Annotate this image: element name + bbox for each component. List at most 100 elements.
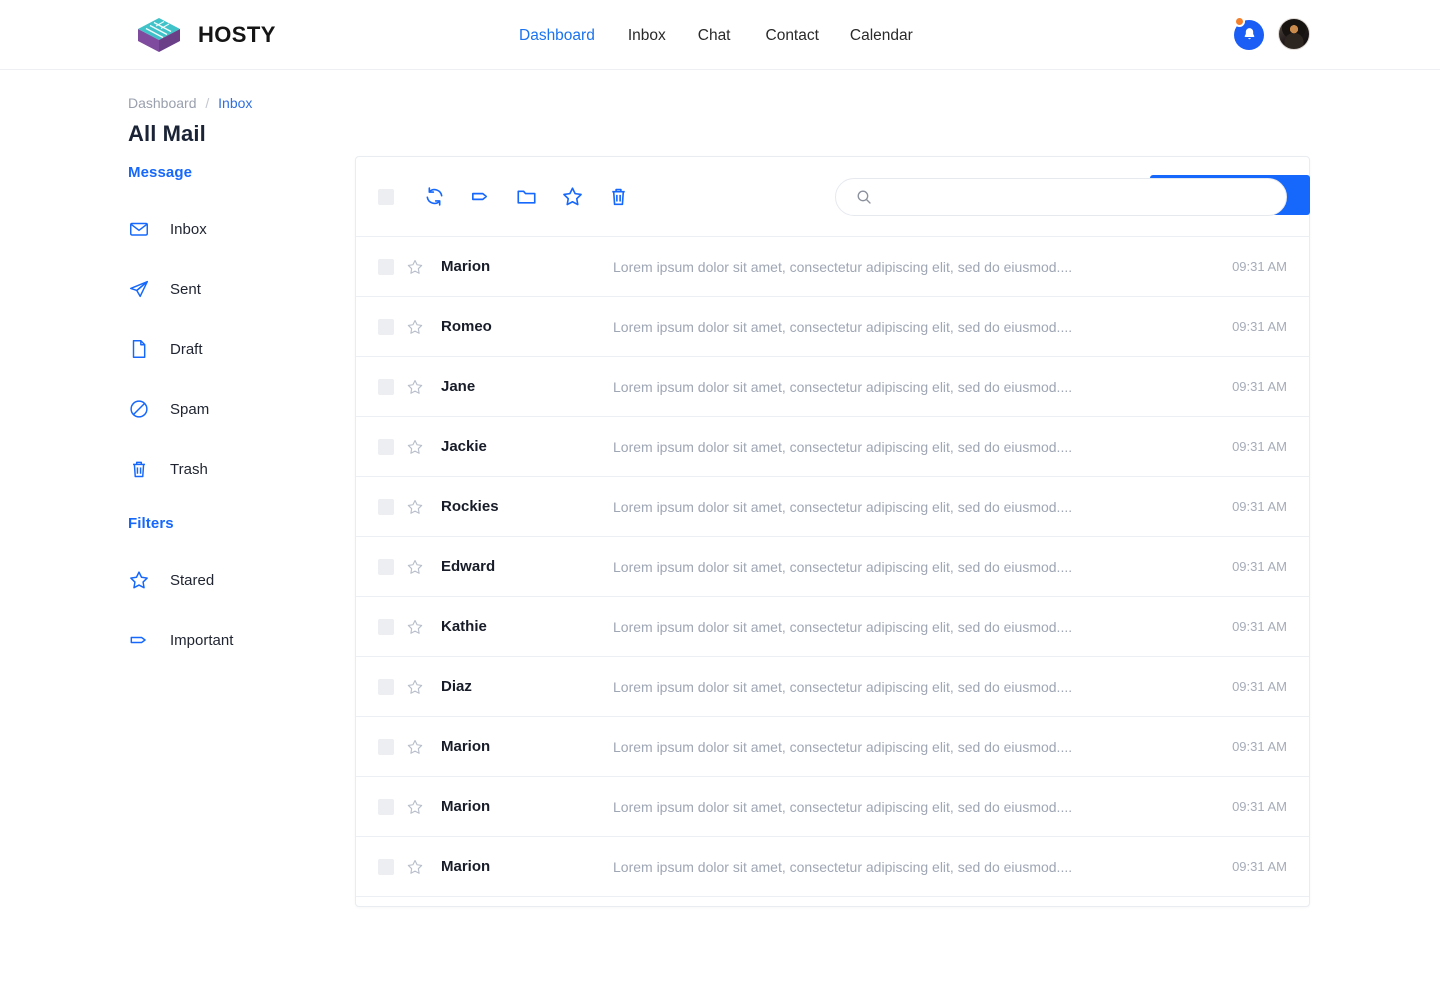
delete-button[interactable] xyxy=(606,185,630,209)
folder-icon xyxy=(515,185,538,208)
nav-chat[interactable]: Chat xyxy=(698,27,766,45)
row-time: 09:31 AM xyxy=(1209,799,1287,814)
page-content: Message Inbox Sent Draft xyxy=(0,156,1440,907)
sidebar: Message Inbox Sent Draft xyxy=(128,156,330,907)
sidebar-heading-message: Message xyxy=(128,164,330,181)
ban-icon xyxy=(128,398,150,420)
star-icon[interactable] xyxy=(406,738,424,756)
nav-inbox[interactable]: Inbox xyxy=(628,27,698,45)
user-avatar[interactable] xyxy=(1278,18,1310,50)
tag-icon xyxy=(469,185,492,208)
star-button[interactable] xyxy=(560,185,584,209)
star-icon[interactable] xyxy=(406,258,424,276)
row-sender: Jackie xyxy=(441,438,613,455)
sidebar-item-spam[interactable]: Spam xyxy=(128,395,330,423)
sidebar-item-draft[interactable]: Draft xyxy=(128,335,330,363)
row-sender: Marion xyxy=(441,858,613,875)
document-icon xyxy=(128,338,150,360)
star-icon xyxy=(561,185,584,208)
table-row[interactable]: Kathie Lorem ipsum dolor sit amet, conse… xyxy=(356,597,1309,657)
row-checkbox[interactable] xyxy=(378,739,394,755)
brand-name: HOSTY xyxy=(198,22,276,48)
sidebar-item-inbox[interactable]: Inbox xyxy=(128,215,330,243)
star-icon[interactable] xyxy=(406,558,424,576)
row-time: 09:31 AM xyxy=(1209,859,1287,874)
row-checkbox[interactable] xyxy=(378,379,394,395)
toolbar-actions xyxy=(422,185,630,209)
search-input[interactable] xyxy=(835,178,1287,216)
sidebar-heading-filters: Filters xyxy=(128,515,330,532)
sidebar-item-important[interactable]: Important xyxy=(128,626,330,654)
table-row[interactable]: Diaz Lorem ipsum dolor sit amet, consect… xyxy=(356,657,1309,717)
sidebar-label-spam: Spam xyxy=(170,401,209,418)
star-icon xyxy=(128,569,150,591)
sidebar-label-inbox: Inbox xyxy=(170,221,207,238)
row-checkbox[interactable] xyxy=(378,439,394,455)
row-preview: Lorem ipsum dolor sit amet, consectetur … xyxy=(613,739,1209,755)
nav-contact[interactable]: Contact xyxy=(766,27,850,45)
table-row[interactable]: Marion Lorem ipsum dolor sit amet, conse… xyxy=(356,237,1309,297)
row-checkbox[interactable] xyxy=(378,799,394,815)
nav-calendar[interactable]: Calendar xyxy=(850,27,939,45)
table-row[interactable]: Marion Lorem ipsum dolor sit amet, conse… xyxy=(356,777,1309,837)
star-icon[interactable] xyxy=(406,318,424,336)
row-sender: Marion xyxy=(441,258,613,275)
star-icon[interactable] xyxy=(406,438,424,456)
trash-icon xyxy=(128,458,150,480)
label-button[interactable] xyxy=(468,185,492,209)
sidebar-label-important: Important xyxy=(170,632,233,649)
notifications-button[interactable] xyxy=(1234,16,1268,50)
sidebar-label-trash: Trash xyxy=(170,461,208,478)
sidebar-item-trash[interactable]: Trash xyxy=(128,455,330,483)
breadcrumb-inbox[interactable]: Inbox xyxy=(218,95,252,111)
row-time: 09:31 AM xyxy=(1209,559,1287,574)
row-preview: Lorem ipsum dolor sit amet, consectetur … xyxy=(613,379,1209,395)
row-preview: Lorem ipsum dolor sit amet, consectetur … xyxy=(613,559,1209,575)
row-sender: Edward xyxy=(441,558,613,575)
sidebar-item-stared[interactable]: Stared xyxy=(128,566,330,594)
row-preview: Lorem ipsum dolor sit amet, consectetur … xyxy=(613,499,1209,515)
table-row[interactable]: Jackie Lorem ipsum dolor sit amet, conse… xyxy=(356,417,1309,477)
mail-toolbar xyxy=(356,157,1309,237)
star-icon[interactable] xyxy=(406,798,424,816)
row-checkbox[interactable] xyxy=(378,679,394,695)
row-preview: Lorem ipsum dolor sit amet, consectetur … xyxy=(613,799,1209,815)
breadcrumb-dashboard[interactable]: Dashboard xyxy=(128,95,197,111)
nav-dashboard[interactable]: Dashboard xyxy=(519,27,628,45)
table-row[interactable]: Marion Lorem ipsum dolor sit amet, conse… xyxy=(356,717,1309,777)
move-to-folder-button[interactable] xyxy=(514,185,538,209)
row-checkbox[interactable] xyxy=(378,859,394,875)
row-time: 09:31 AM xyxy=(1209,439,1287,454)
row-sender: Jane xyxy=(441,378,613,395)
star-icon[interactable] xyxy=(406,858,424,876)
star-icon[interactable] xyxy=(406,378,424,396)
table-row[interactable]: Edward Lorem ipsum dolor sit amet, conse… xyxy=(356,537,1309,597)
breadcrumb: Dashboard / Inbox xyxy=(128,94,1440,112)
sidebar-label-sent: Sent xyxy=(170,281,201,298)
table-row[interactable]: Rockies Lorem ipsum dolor sit amet, cons… xyxy=(356,477,1309,537)
row-checkbox[interactable] xyxy=(378,319,394,335)
row-time: 09:31 AM xyxy=(1209,379,1287,394)
notification-badge xyxy=(1234,16,1245,27)
bell-glyph xyxy=(1241,26,1258,43)
table-row[interactable]: Jane Lorem ipsum dolor sit amet, consect… xyxy=(356,357,1309,417)
row-checkbox[interactable] xyxy=(378,559,394,575)
row-time: 09:31 AM xyxy=(1209,739,1287,754)
brand-logo-group[interactable]: HOSTY xyxy=(136,12,276,58)
refresh-button[interactable] xyxy=(422,185,446,209)
star-icon[interactable] xyxy=(406,678,424,696)
sidebar-item-sent[interactable]: Sent xyxy=(128,275,330,303)
star-icon[interactable] xyxy=(406,618,424,636)
star-icon[interactable] xyxy=(406,498,424,516)
sidebar-label-stared: Stared xyxy=(170,572,214,589)
row-preview: Lorem ipsum dolor sit amet, consectetur … xyxy=(613,259,1209,275)
app-header: HOSTY Dashboard Inbox Chat Contact Calen… xyxy=(0,0,1440,70)
table-row[interactable]: Marion Lorem ipsum dolor sit amet, conse… xyxy=(356,837,1309,897)
select-all-checkbox[interactable] xyxy=(378,189,394,205)
row-checkbox[interactable] xyxy=(378,619,394,635)
mail-list-card: Marion Lorem ipsum dolor sit amet, conse… xyxy=(355,156,1310,907)
sidebar-label-draft: Draft xyxy=(170,341,203,358)
row-checkbox[interactable] xyxy=(378,259,394,275)
row-checkbox[interactable] xyxy=(378,499,394,515)
table-row[interactable]: Romeo Lorem ipsum dolor sit amet, consec… xyxy=(356,297,1309,357)
